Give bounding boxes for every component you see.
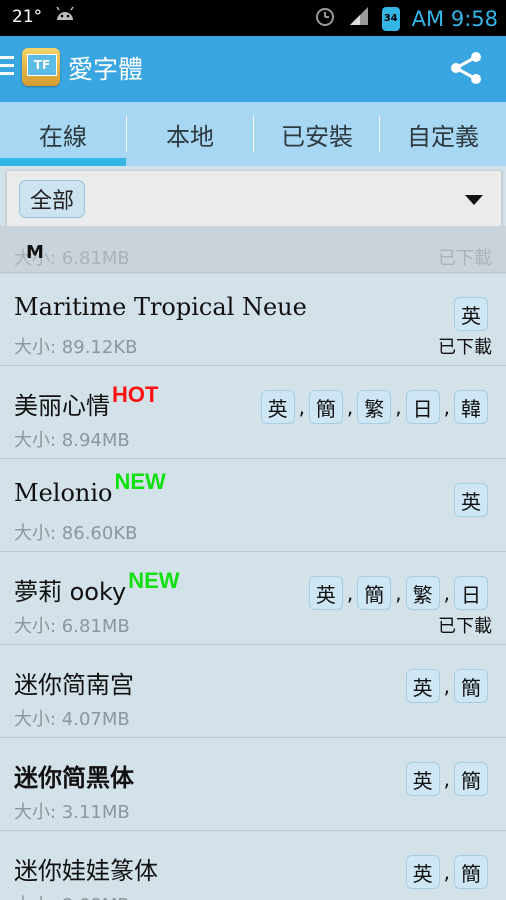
lang-tag: 繁 (405, 576, 440, 610)
new-badge: NEW (128, 568, 180, 593)
android-icon (54, 6, 76, 27)
font-name: 美丽心情 (14, 392, 110, 420)
status-bar: 21° 34 AM 9:58 (0, 0, 506, 36)
language-tags: 英, 簡 (405, 762, 488, 796)
category-dropdown[interactable]: 全部 (6, 170, 502, 228)
lang-tag: 簡 (308, 390, 343, 424)
tab-custom[interactable]: 自定義 (380, 102, 506, 166)
alarm-icon (314, 5, 336, 32)
lang-tag: 繁 (357, 390, 392, 424)
tab-indicator (0, 158, 126, 166)
tab-local[interactable]: 本地 (127, 102, 253, 166)
font-size-text: 大小: 86.60KB (14, 523, 138, 544)
lang-tag: 簡 (454, 855, 488, 889)
list-item[interactable]: 夢莉 ookyNEW 英, 簡, 繁, 日 大小: 6.81MB 已下載 (0, 551, 506, 644)
category-chip[interactable]: 全部 (19, 180, 86, 218)
lang-tag: 簡 (454, 669, 488, 703)
font-size-text: 大小: 3.11MB (14, 802, 130, 823)
lang-tag: 英 (454, 297, 488, 331)
font-size-text: 大小: 8.94MB (14, 430, 130, 451)
language-tags: 英 (454, 483, 488, 517)
lang-tag: 日 (405, 390, 440, 424)
font-size-text: 大小: 8.08MB (14, 891, 130, 900)
new-badge: NEW (114, 469, 166, 494)
list-item[interactable]: 迷你简南宫 英, 簡 大小: 4.07MB (0, 644, 506, 737)
lang-tag: 韓 (454, 390, 488, 424)
list-item[interactable]: 美丽心情HOT 英, 簡, 繁, 日, 韓 大小: 8.94MB (0, 365, 506, 458)
section-letter: M (26, 242, 44, 263)
list-item[interactable]: Maritime Tropical Neue 英 大小: 89.12KB 已下載 (0, 272, 506, 365)
tab-bar: 在線 本地 已安裝 自定義 (0, 102, 506, 166)
lang-tag: 英 (260, 390, 295, 424)
download-status: 已下載 (438, 337, 492, 358)
font-name: 迷你简黑体 (14, 764, 134, 792)
lang-tag: 英 (454, 483, 488, 517)
dropdown-arrow-icon[interactable] (465, 195, 483, 205)
font-list: 大小: 6.81MB 已下載 M Maritime Tropical Neue … (0, 226, 506, 900)
section-header: 大小: 6.81MB 已下載 M (0, 226, 506, 274)
font-name: Melonio (14, 479, 113, 507)
tab-installed[interactable]: 已安裝 (254, 102, 380, 166)
font-name-wrap: 夢莉 ookyNEW (14, 568, 180, 607)
font-name-wrap: MelonioNEW (14, 469, 166, 507)
font-size-text: 大小: 89.12KB (14, 337, 138, 358)
app-title: 愛字體 (68, 55, 144, 84)
list-item[interactable]: MelonioNEW 英 大小: 86.60KB (0, 458, 506, 551)
lang-tag: 簡 (357, 576, 392, 610)
lang-tag: 日 (454, 576, 488, 610)
hot-badge: HOT (112, 382, 159, 407)
lang-tag: 英 (405, 762, 440, 796)
action-bar: TF 愛字體 (0, 36, 506, 102)
font-name: Maritime Tropical Neue (14, 293, 307, 321)
language-tags: 英, 簡, 繁, 日, 韓 (260, 390, 488, 424)
language-tags: 英, 簡, 繁, 日 (308, 576, 488, 610)
font-name: 迷你娃娃篆体 (14, 857, 158, 885)
language-tags: 英, 簡 (405, 669, 488, 703)
download-status: 已下載 (438, 616, 492, 637)
language-tags: 英, 簡 (405, 855, 488, 889)
font-name-wrap: 美丽心情HOT (14, 382, 158, 421)
tab-online[interactable]: 在線 (0, 102, 126, 166)
list-item[interactable]: 迷你简黑体 英, 簡 大小: 3.11MB (0, 737, 506, 830)
font-name: 夢莉 ooky (14, 578, 127, 606)
font-size-text: 大小: 4.07MB (14, 709, 130, 730)
language-tags: 英 (454, 297, 488, 331)
list-item[interactable]: 迷你娃娃篆体 英, 簡 大小: 8.08MB (0, 830, 506, 900)
lang-tag: 英 (308, 576, 343, 610)
font-size-text: 大小: 6.81MB (14, 616, 130, 637)
share-icon[interactable] (446, 48, 486, 88)
app-logo-icon[interactable]: TF (22, 48, 60, 86)
ghost-status: 已下載 (438, 248, 492, 269)
font-name: 迷你简南宫 (14, 671, 134, 699)
lang-tag: 簡 (454, 762, 488, 796)
lang-tag: 英 (405, 855, 440, 889)
lang-tag: 英 (405, 669, 440, 703)
temperature-text: 21° (12, 6, 43, 27)
clock-text: AM 9:58 (411, 6, 498, 31)
menu-icon[interactable] (0, 56, 14, 80)
battery-icon: 34 (381, 6, 400, 31)
signal-icon (348, 5, 370, 32)
